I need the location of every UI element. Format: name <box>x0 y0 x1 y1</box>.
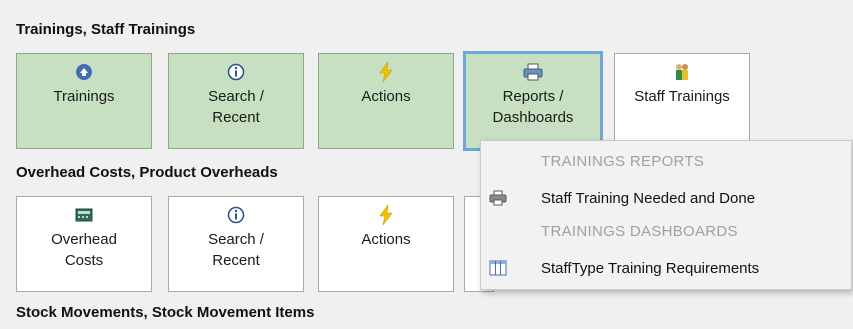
tile-actions-2[interactable]: Actions <box>318 196 454 292</box>
reports-dropdown-menu: TRAININGS REPORTS Staff Training Needed … <box>480 140 852 290</box>
tile-reports-dashboards[interactable]: Reports / Dashboards <box>463 51 603 151</box>
tile-search-recent[interactable]: Search / Recent <box>168 53 304 149</box>
tile-staff-trainings[interactable]: Staff Trainings <box>614 53 750 149</box>
menu-header-dashboards: TRAININGS DASHBOARDS <box>541 223 738 240</box>
tile-label: Search / Recent <box>208 88 264 126</box>
tile-label: Actions <box>361 88 411 105</box>
tile-label: Search / Recent <box>208 231 264 269</box>
grid-table-icon <box>487 257 509 279</box>
printer-icon <box>523 62 543 82</box>
lightning-icon <box>376 62 396 82</box>
trainings-icon <box>74 62 94 82</box>
lightning-icon <box>376 205 396 225</box>
menu-item-staff-training-needed[interactable]: Staff Training Needed and Done <box>481 183 851 213</box>
menu-header-reports: TRAININGS REPORTS <box>541 153 705 170</box>
tile-label: Reports / Dashboards <box>492 88 574 126</box>
menu-item-stafftype-training-requirements[interactable]: StaffType Training Requirements <box>481 253 851 283</box>
section-title-stock-movements: Stock Movements, Stock Movement Items <box>16 304 315 321</box>
tile-label: Staff Trainings <box>634 88 730 105</box>
printer-icon <box>487 187 509 209</box>
people-icon <box>672 62 692 82</box>
tile-label: Actions <box>361 231 411 248</box>
menu-item-label: StaffType Training Requirements <box>541 259 760 277</box>
menu-item-label: Staff Training Needed and Done <box>541 189 756 207</box>
section-title-overhead-costs: Overhead Costs, Product Overheads <box>16 164 278 181</box>
tile-trainings[interactable]: Trainings <box>16 53 152 149</box>
tile-actions[interactable]: Actions <box>318 53 454 149</box>
tile-overhead-costs[interactable]: Overhead Costs <box>16 196 152 292</box>
section-title-trainings: Trainings, Staff Trainings <box>16 21 196 38</box>
info-icon <box>226 62 246 82</box>
info-icon <box>226 205 246 225</box>
tile-label: Trainings <box>53 88 115 105</box>
calculator-icon <box>74 205 94 225</box>
tile-label: Overhead Costs <box>51 231 117 269</box>
tile-search-recent-2[interactable]: Search / Recent <box>168 196 304 292</box>
